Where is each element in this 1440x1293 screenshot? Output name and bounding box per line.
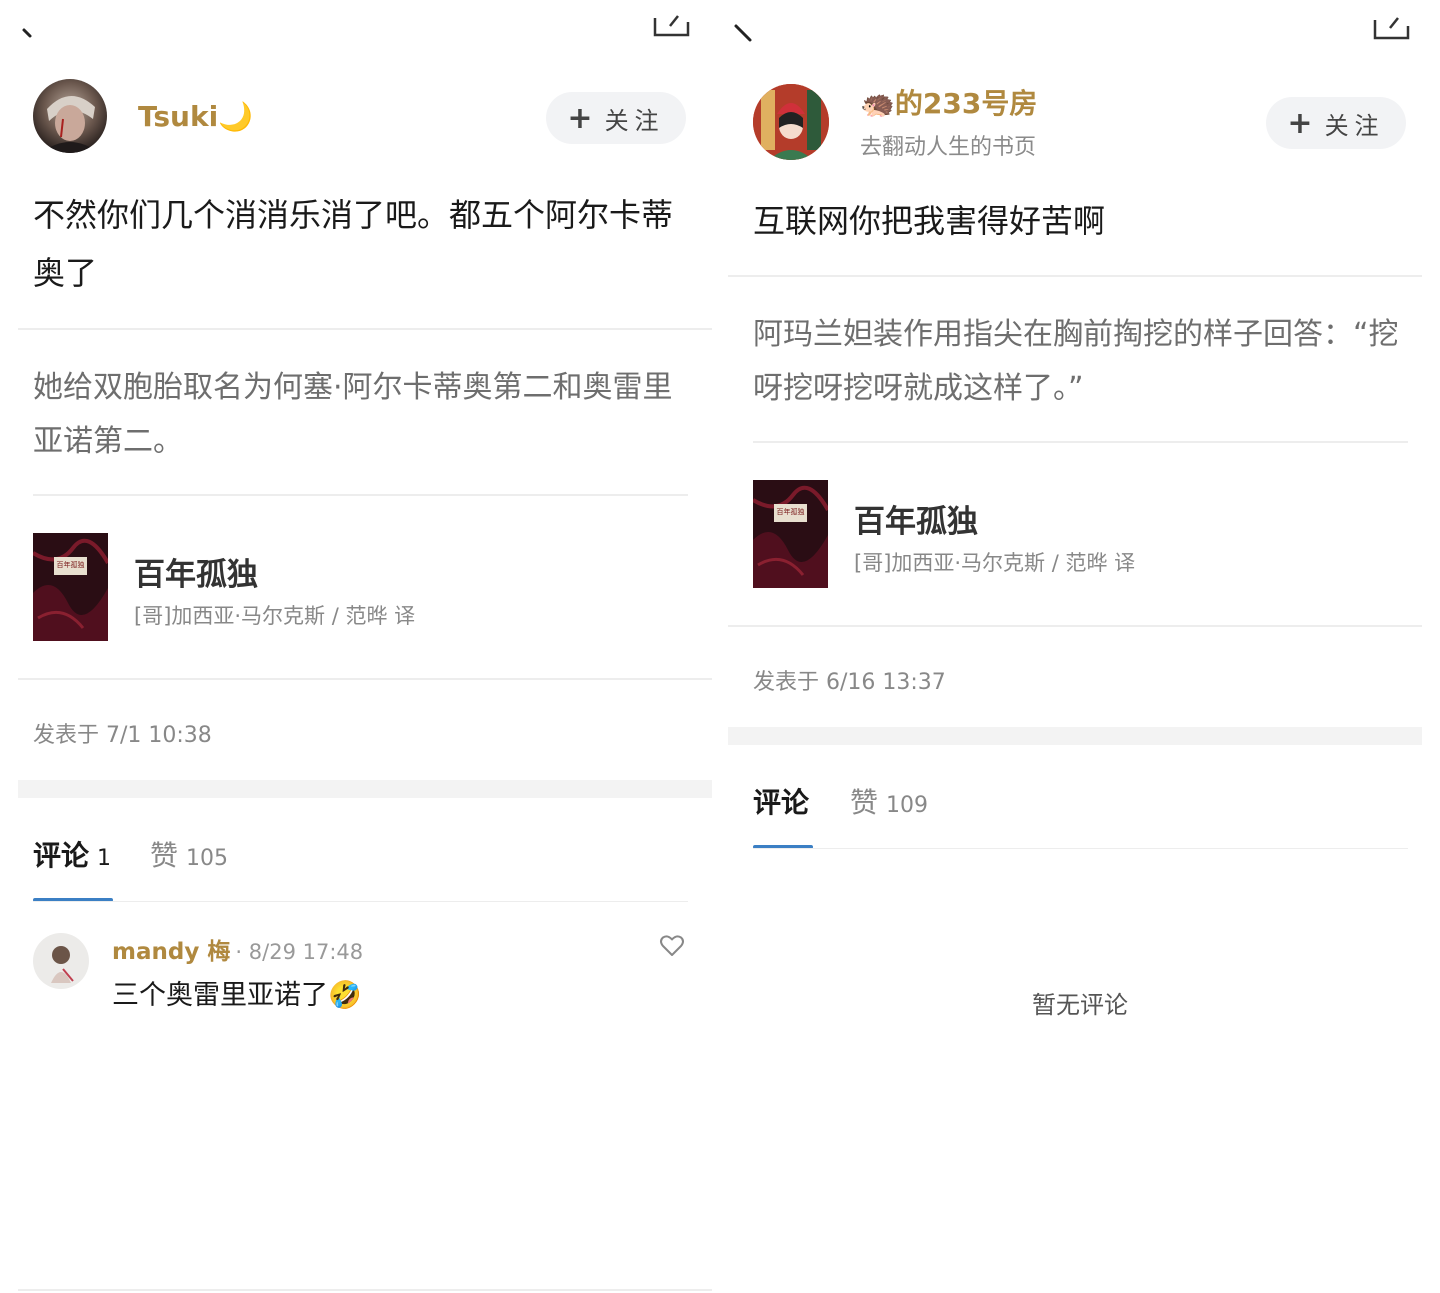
user-avatar[interactable] [33,79,107,153]
back-arrow-icon[interactable] [18,22,44,48]
divider [18,328,712,330]
laughing-emoji: 🤣 [328,980,362,1011]
bottom-divider [18,1289,712,1291]
book-cover-title: 百年孤独 [56,561,85,569]
username[interactable]: 🦔的233号房 [860,82,1037,122]
user-signature: 去翻动人生的书页 [860,135,1037,160]
moon-emoji: 🌙 [218,100,254,133]
divider [33,901,688,902]
tab-likes[interactable]: 赞 109 [850,781,928,821]
book-cover: 百年孤独 [33,533,108,641]
tab-comments[interactable]: 评论 [753,781,809,821]
book-quote: 她给双胞胎取名为何塞·阿尔卡蒂奥第二和奥雷里亚诺第二。 [33,370,673,459]
heart-icon[interactable] [659,934,685,958]
back-arrow-icon[interactable] [732,22,758,48]
follow-button[interactable]: + 关注 [546,92,686,144]
tab-comments[interactable]: 评论 1 [33,834,111,874]
book-title: 百年孤独 [134,557,258,593]
follow-button[interactable]: + 关注 [1266,97,1406,149]
section-divider [18,780,712,798]
divider [18,678,712,680]
book-cover-pattern [753,485,828,588]
post-time: 发表于 7/1 10:38 [33,723,212,748]
book-card[interactable]: 百年孤独 百年孤独 [哥]加西亚·马尔克斯 / 范晔 译 [33,533,688,643]
right-panel: 🦔的233号房 去翻动人生的书页 + 关注 互联网你把我害得好苦啊 阿玛兰妲装作… [720,0,1440,1293]
username[interactable]: Tsuki🌙 [138,100,253,133]
divider [33,494,688,496]
commenter-name[interactable]: mandy 梅 [112,939,230,965]
book-quote: 阿玛兰妲装作用指尖在胸前掏挖的样子回答：“挖呀挖呀挖呀就成这样了。” [753,317,1399,406]
tab-likes[interactable]: 赞 105 [150,834,228,874]
commenter-avatar[interactable] [33,933,89,989]
plus-icon: + [567,100,593,136]
book-cover: 百年孤独 [753,480,828,588]
divider [728,275,1422,277]
book-card[interactable]: 百年孤独 百年孤独 [哥]加西亚·马尔克斯 / 范晔 译 [753,480,1408,590]
hedgehog-emoji: 🦔 [860,87,895,120]
section-divider [728,727,1422,745]
avatar-illustration [41,95,99,153]
book-cover-pattern [33,538,108,641]
comment-text: 三个奥雷里亚诺了🤣 [112,980,362,1011]
post-text: 互联网你把我害得好苦啊 [753,202,1106,240]
left-panel: Tsuki🌙 + 关注 不然你们几个消消乐消了吧。都五个阿尔卡蒂奥了 她给双胞胎… [0,0,720,1293]
share-icon[interactable] [1372,10,1412,42]
divider [728,625,1422,627]
user-avatar[interactable] [753,84,829,160]
commenter-avatar-illustration [51,946,74,983]
comment-time: · 8/29 17:48 [235,940,364,964]
book-cover-title: 百年孤独 [776,508,805,516]
book-author: [哥]加西亚·马尔克斯 / 范晔 译 [134,604,416,628]
share-icon[interactable] [652,8,692,40]
post-time: 发表于 6/16 13:37 [753,670,946,695]
comment-meta: mandy 梅 · 8/29 17:48 [112,932,363,966]
avatar-illustration [753,84,829,160]
divider [753,441,1408,443]
book-author: [哥]加西亚·马尔克斯 / 范晔 译 [854,551,1136,575]
plus-icon: + [1287,105,1313,141]
book-title: 百年孤独 [854,504,978,540]
post-text: 不然你们几个消消乐消了吧。都五个阿尔卡蒂奥了 [33,196,674,292]
empty-comments-message: 暂无评论 [1032,991,1128,1019]
divider [753,848,1408,849]
